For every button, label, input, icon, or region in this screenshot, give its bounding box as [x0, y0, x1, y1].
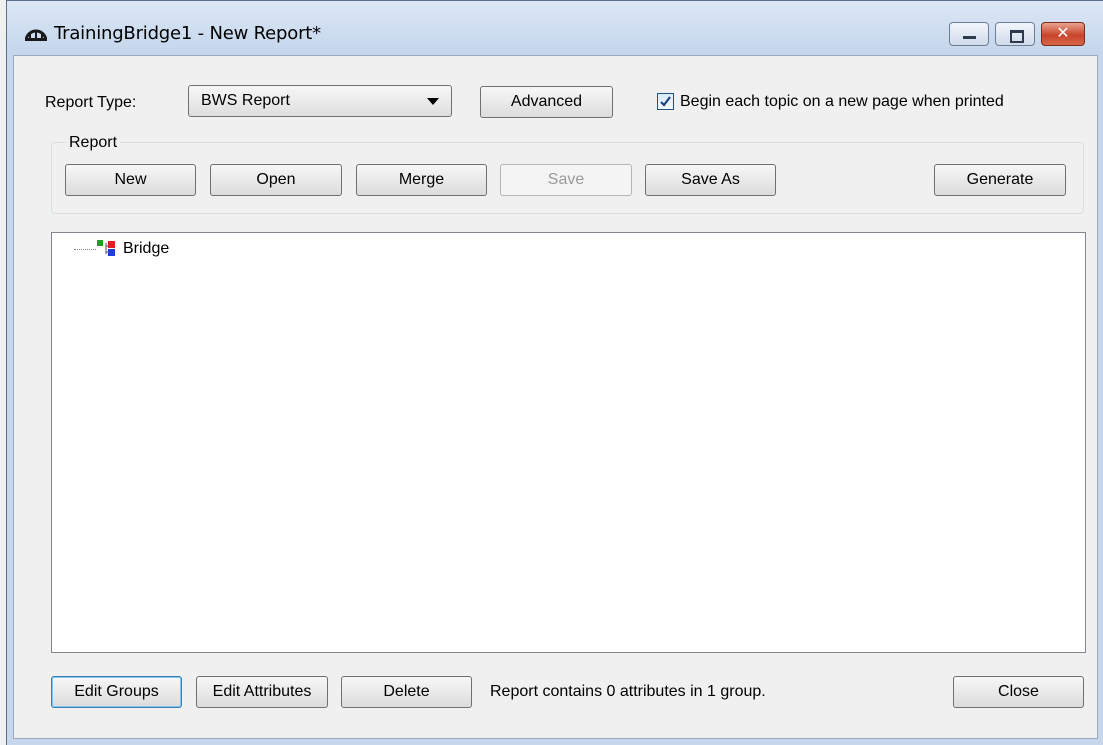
- dialog-client-area: Report Type: BWS Report Advanced Begin e…: [13, 55, 1098, 739]
- new-button[interactable]: New: [65, 164, 196, 196]
- close-icon: ✕: [1056, 25, 1070, 42]
- generate-button[interactable]: Generate: [934, 164, 1066, 196]
- caption-buttons: ✕: [943, 22, 1085, 46]
- advanced-button[interactable]: Advanced: [480, 86, 613, 118]
- begin-topic-checkbox[interactable]: [657, 93, 674, 110]
- edit-groups-button[interactable]: Edit Groups: [51, 676, 182, 708]
- close-button[interactable]: Close: [953, 676, 1084, 708]
- report-type-dropdown[interactable]: BWS Report: [188, 85, 452, 117]
- bridge-app-icon: [25, 29, 47, 41]
- maximize-button[interactable]: [995, 22, 1035, 46]
- merge-button[interactable]: Merge: [356, 164, 487, 196]
- report-group-label: Report: [66, 134, 121, 152]
- delete-button[interactable]: Delete: [341, 676, 472, 708]
- close-window-button[interactable]: ✕: [1041, 22, 1085, 46]
- maximize-icon: [1010, 30, 1024, 43]
- edit-attributes-button[interactable]: Edit Attributes: [196, 676, 328, 708]
- window-title: TrainingBridge1 - New Report*: [54, 23, 321, 44]
- minimize-button[interactable]: [949, 22, 989, 46]
- status-text: Report contains 0 attributes in 1 group.: [490, 683, 766, 700]
- title-bar[interactable]: TrainingBridge1 - New Report* ✕: [7, 1, 1103, 55]
- minimize-icon: [963, 36, 976, 39]
- tree-node-label: Bridge: [123, 240, 170, 257]
- report-type-label: Report Type:: [45, 94, 137, 111]
- save-button[interactable]: Save: [500, 164, 632, 196]
- chevron-down-icon: [427, 98, 439, 105]
- report-tree[interactable]: Bridge: [51, 232, 1086, 653]
- report-type-value: BWS Report: [201, 92, 290, 109]
- begin-topic-label: Begin each topic on a new page when prin…: [680, 93, 1004, 110]
- checkmark-icon: [660, 96, 671, 107]
- open-button[interactable]: Open: [210, 164, 342, 196]
- tree-connector: [74, 249, 96, 250]
- report-window: TrainingBridge1 - New Report* ✕ Report T…: [6, 0, 1103, 745]
- group-tree-icon: [97, 240, 115, 256]
- save-as-button[interactable]: Save As: [645, 164, 776, 196]
